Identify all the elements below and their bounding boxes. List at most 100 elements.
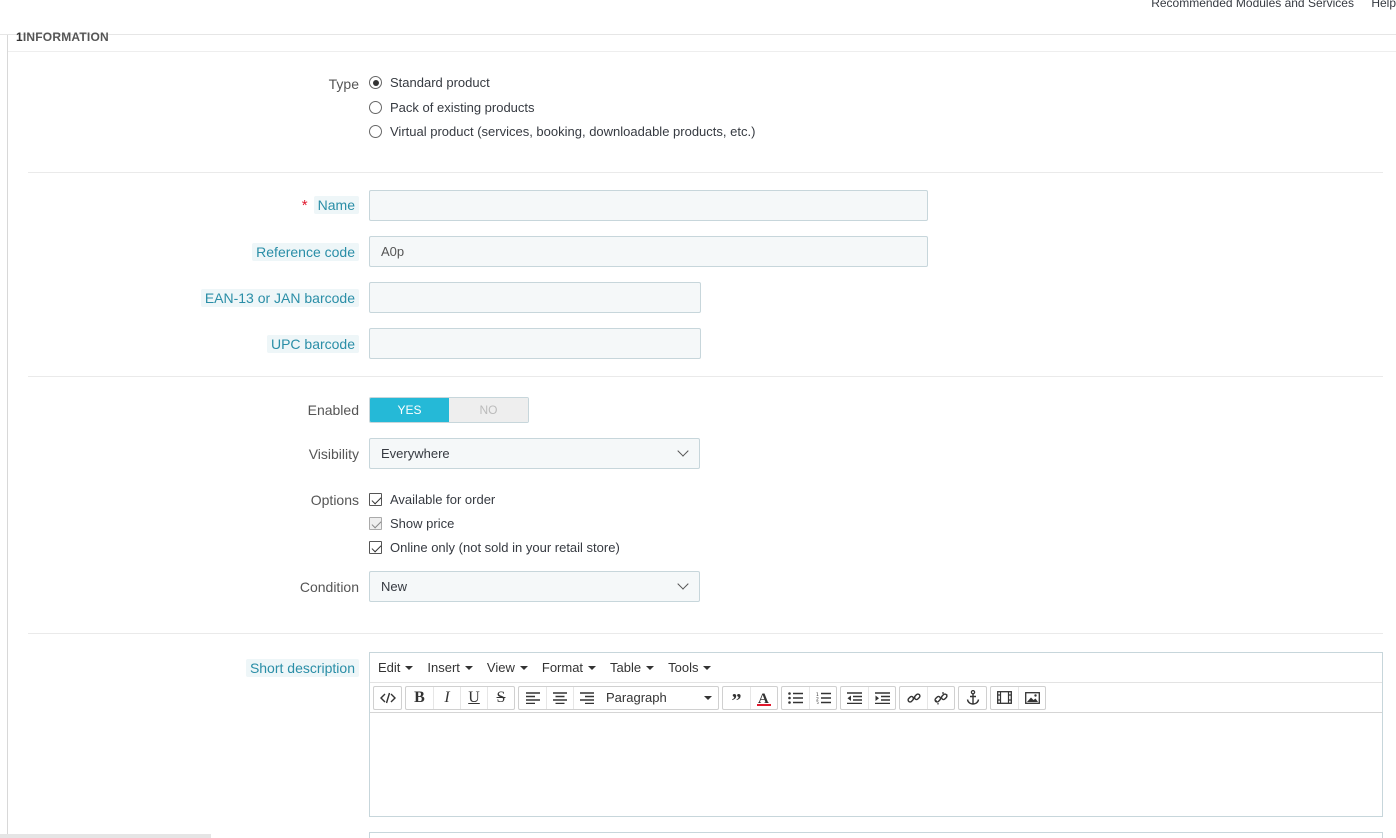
svg-text:3: 3 [816, 701, 819, 704]
description-editor-partial[interactable] [369, 832, 1383, 838]
condition-label: Condition [299, 579, 359, 595]
caret-down-icon [519, 665, 528, 670]
menu-tools[interactable]: Tools [668, 660, 712, 675]
option-available-for-order[interactable]: Available for order [369, 492, 495, 507]
block-format-select[interactable]: Paragraph [600, 687, 718, 709]
align-center-icon[interactable] [546, 686, 573, 709]
type-option-standard[interactable]: Standard product [369, 75, 490, 90]
type-option-label: Standard product [390, 75, 490, 90]
underline-icon[interactable]: U [460, 686, 487, 709]
caret-down-icon [646, 665, 655, 670]
bullet-list-icon[interactable] [782, 687, 809, 709]
checkbox-show-price[interactable] [369, 517, 382, 530]
toolbar-group-align: Paragraph [518, 685, 719, 710]
enabled-switch[interactable]: YES NO [369, 397, 529, 423]
toolbar-group-indent [840, 685, 896, 710]
panel-heading-text: INFORMATION [22, 30, 109, 44]
anchor-icon[interactable] [959, 687, 986, 709]
menu-label: Table [610, 660, 642, 675]
outdent-icon[interactable] [841, 687, 868, 709]
video-icon[interactable] [991, 687, 1018, 709]
radio-pack[interactable] [369, 101, 382, 114]
toolbar-group-quote-color: ” A [722, 685, 778, 711]
caret-down-icon [588, 665, 597, 670]
name-input[interactable] [369, 190, 928, 221]
visibility-label: Visibility [308, 446, 359, 462]
menu-format[interactable]: Format [541, 660, 597, 675]
indent-icon[interactable] [868, 686, 895, 709]
italic-icon[interactable]: I [433, 686, 460, 709]
header-links: Recommended Modules and Services Help [1137, 0, 1396, 10]
option-online-only[interactable]: Online only (not sold in your retail sto… [369, 540, 620, 555]
source-code-icon[interactable] [374, 687, 401, 709]
toolbar-group-anchor [958, 685, 987, 710]
toolbar-group-media [990, 685, 1046, 710]
section-divider [28, 376, 1383, 377]
section-divider [28, 172, 1383, 173]
enabled-no-option[interactable]: NO [449, 398, 528, 422]
options-label: Options [310, 492, 359, 508]
bold-icon[interactable]: B [406, 687, 433, 709]
blockquote-icon[interactable]: ” [723, 687, 750, 711]
short-description-content[interactable] [370, 713, 1382, 816]
type-option-label: Pack of existing products [390, 100, 535, 115]
menu-insert[interactable]: Insert [427, 660, 473, 675]
menu-label: View [486, 660, 515, 675]
visibility-select[interactable]: Everywhere [369, 438, 700, 469]
panel-heading-divider [8, 51, 1396, 52]
condition-select[interactable]: New [369, 571, 700, 602]
short-description-editor[interactable]: Edit Insert View Format Table Tools B I … [369, 652, 1383, 817]
caret-down-icon [703, 665, 712, 670]
radio-virtual[interactable] [369, 125, 382, 138]
checkbox-available-for-order[interactable] [369, 493, 382, 506]
panel-heading: 1INFORMATION [16, 30, 109, 44]
link-icon[interactable] [900, 687, 927, 709]
toolbar-group-text-style: B I U S [405, 685, 515, 710]
menu-table[interactable]: Table [610, 660, 655, 675]
help-link[interactable]: Help [1371, 0, 1396, 10]
option-label: Available for order [390, 492, 496, 507]
svg-text:A: A [758, 691, 769, 706]
editor-toolbar: B I U S Paragraph ” A 1 2 [370, 683, 1382, 713]
type-option-label: Virtual product (services, booking, down… [390, 124, 756, 139]
type-label: Type [328, 76, 359, 92]
menu-label: Format [541, 660, 584, 675]
numbered-list-icon[interactable]: 123 [809, 686, 836, 709]
menu-edit[interactable]: Edit [378, 660, 414, 675]
block-format-value: Paragraph [606, 690, 667, 705]
ean-label: EAN-13 or JAN barcode [200, 289, 359, 307]
left-border [7, 35, 8, 838]
horizontal-scrollbar[interactable] [0, 834, 211, 838]
reference-label: Reference code [252, 243, 359, 261]
upc-input[interactable] [369, 328, 701, 359]
reference-input[interactable]: A0p [369, 236, 928, 267]
chevron-down-icon [677, 445, 689, 457]
enabled-yes-option[interactable]: YES [370, 398, 449, 422]
option-label: Show price [390, 516, 455, 531]
editor-menubar: Edit Insert View Format Table Tools [370, 653, 1382, 683]
option-show-price[interactable]: Show price [369, 516, 454, 531]
upc-label: UPC barcode [266, 335, 359, 353]
strikethrough-icon[interactable]: S [487, 686, 514, 709]
ean-input[interactable] [369, 282, 701, 313]
toolbar-group-links [899, 685, 955, 710]
menu-view[interactable]: View [487, 660, 528, 675]
name-label-wrap: * Name [301, 196, 359, 214]
caret-down-icon [464, 665, 473, 670]
required-mark: * [301, 197, 308, 214]
align-left-icon[interactable] [519, 687, 546, 709]
recommended-modules-link[interactable]: Recommended Modules and Services [1151, 0, 1354, 10]
type-option-pack[interactable]: Pack of existing products [369, 100, 535, 115]
unlink-icon[interactable] [927, 686, 954, 709]
type-option-virtual[interactable]: Virtual product (services, booking, down… [369, 124, 755, 139]
radio-standard[interactable] [369, 76, 382, 89]
option-label: Online only (not sold in your retail sto… [390, 540, 620, 555]
name-label: Name [313, 196, 359, 214]
align-right-icon[interactable] [573, 686, 600, 709]
image-icon[interactable] [1018, 686, 1045, 709]
text-color-icon[interactable]: A [750, 686, 777, 709]
checkbox-online-only[interactable] [369, 541, 382, 554]
caret-down-icon [704, 695, 712, 700]
caret-down-icon [405, 665, 414, 670]
visibility-value: Everywhere [381, 446, 450, 461]
